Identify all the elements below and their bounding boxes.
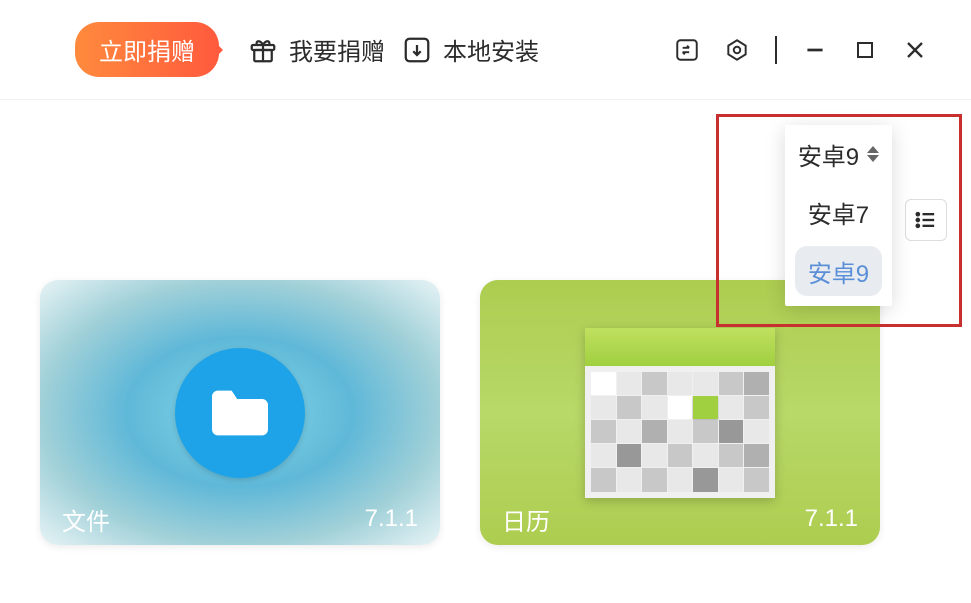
dropdown-option-android7[interactable]: 安卓7 — [785, 183, 892, 241]
app-card-calendar[interactable]: 日历 7.1.1 — [480, 280, 880, 545]
app-name: 文件 — [62, 502, 110, 537]
dropdown-current[interactable]: 安卓9 — [785, 125, 892, 183]
download-box-icon — [401, 34, 433, 66]
calendar-icon — [585, 328, 775, 498]
local-install-link[interactable]: 本地安装 — [401, 32, 539, 67]
card-footer: 文件 7.1.1 — [40, 493, 440, 545]
list-view-toggle[interactable] — [905, 199, 947, 241]
settings-icon[interactable] — [721, 34, 753, 66]
donate-now-button[interactable]: 立即捐赠 — [75, 22, 219, 77]
dropdown-current-label: 安卓9 — [798, 137, 859, 172]
android-version-dropdown: 安卓9 安卓7 安卓9 — [785, 125, 892, 306]
app-version: 7.1.1 — [365, 505, 418, 533]
card-footer: 日历 7.1.1 — [480, 493, 880, 545]
gift-icon — [247, 34, 279, 66]
header: 立即捐赠 我要捐赠 本地安装 — [0, 0, 971, 100]
dropdown-option-android9[interactable]: 安卓9 — [795, 246, 882, 296]
divider — [775, 36, 777, 64]
window-controls — [671, 34, 931, 66]
sort-icon — [867, 146, 879, 162]
minimize-button[interactable] — [799, 34, 831, 66]
local-install-label: 本地安装 — [443, 32, 539, 67]
app-version: 7.1.1 — [805, 505, 858, 533]
close-button[interactable] — [899, 34, 931, 66]
app-card-files[interactable]: 文件 7.1.1 — [40, 280, 440, 545]
want-donate-link[interactable]: 我要捐赠 — [247, 32, 385, 67]
transfer-icon[interactable] — [671, 34, 703, 66]
want-donate-label: 我要捐赠 — [289, 32, 385, 67]
app-name: 日历 — [502, 502, 550, 537]
folder-icon — [175, 348, 305, 478]
maximize-button[interactable] — [849, 34, 881, 66]
